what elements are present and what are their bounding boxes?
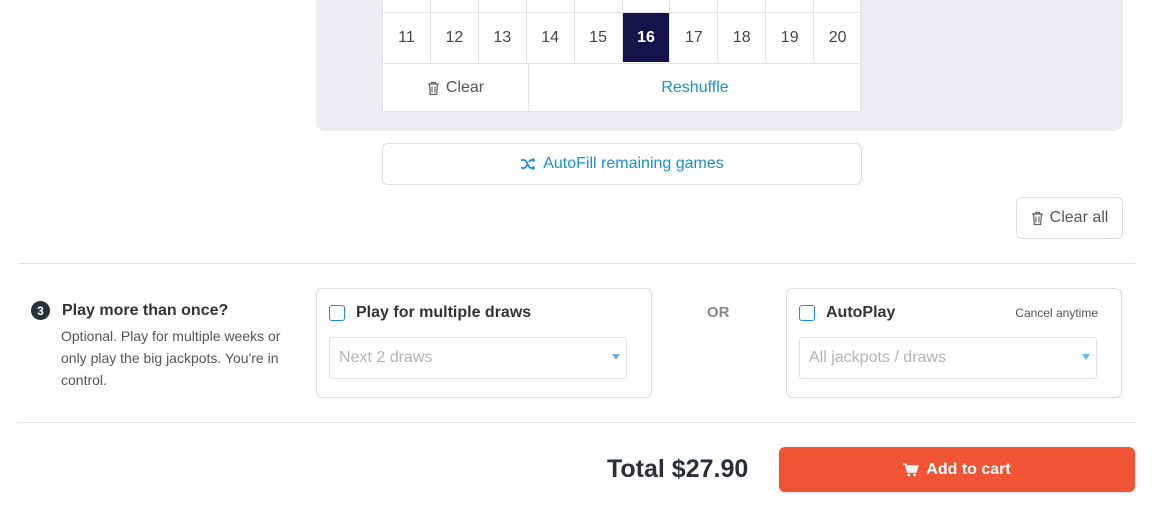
cart-icon	[903, 462, 920, 477]
clear-all-button[interactable]: Clear all	[1016, 197, 1123, 239]
number-cell[interactable]	[575, 0, 623, 12]
number-cell[interactable]	[623, 0, 671, 12]
autoplay-select-value: All jackpots / draws	[809, 349, 946, 366]
step-description: Optional. Play for multiple weeks or onl…	[61, 328, 281, 388]
trash-icon	[1031, 211, 1044, 226]
autoplay-select[interactable]: All jackpots / draws	[799, 337, 1097, 379]
number-cell[interactable]	[431, 0, 479, 12]
number-cell[interactable]	[814, 0, 861, 12]
autofill-button-label: AutoFill remaining games	[543, 155, 724, 172]
step-title: Play more than once?	[62, 302, 229, 319]
number-cell[interactable]	[766, 0, 815, 12]
number-cell-17[interactable]: 17	[670, 13, 719, 62]
add-to-cart-label: Add to cart	[926, 460, 1011, 478]
number-cell-14[interactable]: 14	[527, 13, 575, 62]
number-cell-12[interactable]: 12	[431, 13, 479, 62]
number-cell-18[interactable]: 18	[718, 13, 767, 62]
or-separator: OR	[707, 304, 730, 321]
number-cell-13[interactable]: 13	[479, 13, 527, 62]
caret-down-icon	[612, 354, 620, 360]
divider	[18, 422, 1135, 423]
divider	[18, 263, 1135, 264]
number-row: 11 12 13 14 15 16 17 18 19 20	[383, 12, 861, 62]
add-to-cart-button[interactable]: Add to cart	[779, 447, 1135, 492]
number-cell-11[interactable]: 11	[383, 13, 431, 62]
number-cell-16-selected[interactable]: 16	[622, 13, 671, 62]
autoplay-label[interactable]: AutoPlay	[826, 304, 895, 322]
number-cell[interactable]	[718, 0, 767, 12]
reshuffle-button[interactable]: Reshuffle	[529, 64, 861, 112]
autoplay-cancel-note: Cancel anytime	[1015, 306, 1098, 320]
number-cell-19[interactable]: 19	[766, 13, 815, 62]
number-cell[interactable]	[670, 0, 719, 12]
number-grid: 11 12 13 14 15 16 17 18 19 20 Clear Resh…	[382, 0, 861, 112]
clear-button-label: Clear	[445, 79, 485, 96]
shuffle-icon	[520, 157, 536, 171]
step-number-badge: 3	[31, 301, 50, 320]
autoplay-card: AutoPlay Cancel anytime All jackpots / d…	[786, 288, 1122, 398]
clear-button[interactable]: Clear	[383, 64, 529, 112]
number-cell-15[interactable]: 15	[575, 13, 623, 62]
number-cell-20[interactable]: 20	[814, 13, 861, 62]
number-row-previous	[383, 0, 861, 12]
autoplay-checkbox[interactable]	[799, 305, 815, 321]
multi-draw-select-value: Next 2 draws	[339, 349, 433, 366]
order-total: Total $27.90	[607, 455, 749, 483]
multi-draw-select[interactable]: Next 2 draws	[329, 337, 627, 379]
grid-actions: Clear Reshuffle	[383, 63, 861, 112]
caret-down-icon	[1082, 354, 1090, 360]
clear-all-button-label: Clear all	[1049, 209, 1109, 226]
multi-draw-checkbox[interactable]	[329, 305, 345, 321]
number-cell[interactable]	[479, 0, 527, 12]
multi-draw-card: Play for multiple draws Next 2 draws	[316, 288, 652, 398]
trash-icon	[427, 81, 440, 96]
number-cell[interactable]	[383, 0, 431, 12]
multi-draw-label[interactable]: Play for multiple draws	[356, 304, 531, 322]
autofill-button[interactable]: AutoFill remaining games	[382, 143, 862, 185]
reshuffle-button-label: Reshuffle	[661, 79, 729, 96]
number-cell[interactable]	[527, 0, 575, 12]
